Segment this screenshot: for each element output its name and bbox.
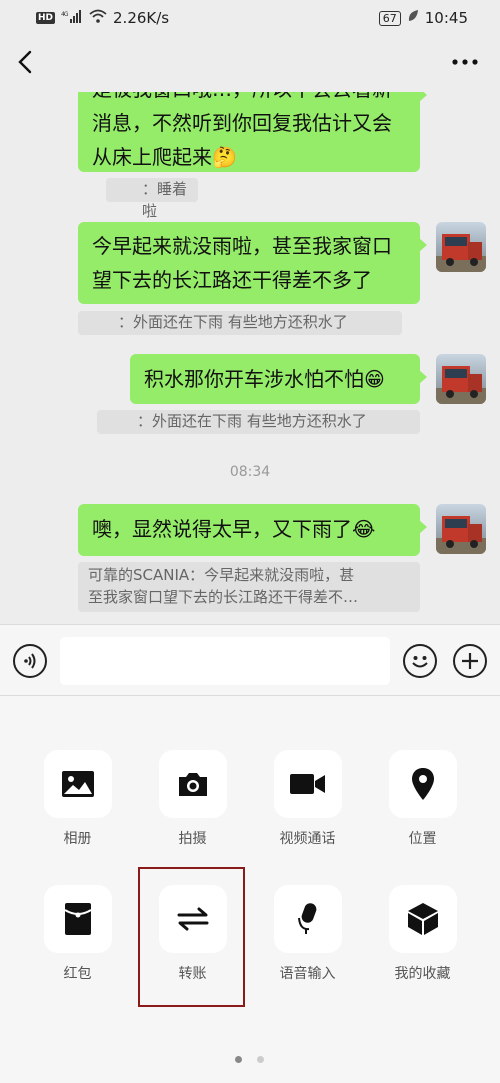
message-line: 是被我窗口哦…，所以不会去看新 xyxy=(92,92,406,106)
chat-messages[interactable]: 是被我窗口哦…，所以不会去看新 消息，不然听到你回复我估计又会 从床上爬起来🤔 … xyxy=(0,92,500,624)
message-line: 望下去的长江路还干得差不多了 xyxy=(92,268,372,292)
microphone-icon xyxy=(273,885,342,953)
quoted-message[interactable]: ：外面还在下雨 有些地方还积水了 xyxy=(78,311,402,335)
tile-photo-album[interactable]: 相册 xyxy=(20,750,135,848)
emoji-icon[interactable] xyxy=(403,644,437,678)
tile-video-call[interactable]: 视频通话 xyxy=(250,750,365,848)
quoted-message[interactable]: ：外面还在下雨 有些地方还积水了 xyxy=(97,410,420,434)
network-speed: 2.26K/s xyxy=(113,9,170,27)
battery-icon: 67 xyxy=(378,10,401,26)
camera-icon xyxy=(158,750,227,818)
svg-text:4G: 4G xyxy=(61,11,69,18)
location-icon xyxy=(388,750,457,818)
message-line: 从床上爬起来🤔 xyxy=(92,145,237,169)
status-left: HD 4G 2.26K/s xyxy=(36,9,169,27)
status-time: 10:45 xyxy=(424,9,468,27)
message-line: 噢，显然说得太早，又下雨了😂 xyxy=(92,517,376,541)
timestamp: 08:34 xyxy=(229,464,271,480)
tile-label: 红包 xyxy=(63,966,92,982)
status-right: 67 10:45 xyxy=(378,9,468,27)
chat-header xyxy=(0,36,500,92)
video-call-icon xyxy=(273,750,342,818)
tile-voice-input[interactable]: 语音输入 xyxy=(250,885,365,983)
status-bar: HD 4G 2.26K/s 67 10:45 xyxy=(0,0,500,36)
tile-label: 拍摄 xyxy=(178,831,207,847)
avatar[interactable] xyxy=(436,222,486,272)
page-indicator-active xyxy=(235,1056,242,1063)
page-indicator xyxy=(257,1056,264,1063)
tile-location[interactable]: 位置 xyxy=(365,750,480,848)
message-bubble[interactable]: 积水那你开车涉水怕不怕😁 xyxy=(130,354,427,404)
voice-icon[interactable] xyxy=(13,644,47,678)
more-dots-icon[interactable] xyxy=(450,50,480,74)
tile-label: 语音输入 xyxy=(279,966,336,982)
message-line: 积水那你开车涉水怕不怕😁 xyxy=(144,367,385,391)
avatar[interactable] xyxy=(436,354,486,404)
message-input[interactable] xyxy=(60,637,390,685)
tile-label: 视频通话 xyxy=(279,831,336,847)
tile-favorites[interactable]: 我的收藏 xyxy=(365,885,480,983)
plus-icon[interactable] xyxy=(453,644,487,678)
message-line: 消息，不然听到你回复我估计又会 xyxy=(92,111,392,135)
hd-badge: HD xyxy=(36,12,56,24)
leaf-icon xyxy=(407,9,419,27)
red-packet-icon xyxy=(43,885,112,953)
photo-album-icon xyxy=(43,750,112,818)
message-bubble[interactable]: 是被我窗口哦…，所以不会去看新 消息，不然听到你回复我估计又会 从床上爬起来🤔 xyxy=(78,92,427,172)
message-bubble[interactable]: 噢，显然说得太早，又下雨了😂 xyxy=(78,504,427,556)
quoted-message[interactable]: 可靠的SCANIA：今早起来就没雨啦，甚 至我家窗口望下去的长江路还干得差不… xyxy=(78,562,420,612)
quote-line: 至我家窗口望下去的长江路还干得差不… xyxy=(88,588,359,606)
favorites-icon xyxy=(388,885,457,953)
wifi-icon xyxy=(89,9,107,27)
avatar[interactable] xyxy=(436,504,486,554)
tile-camera[interactable]: 拍摄 xyxy=(135,750,250,848)
signal-icon: 4G xyxy=(61,9,83,27)
tile-red-packet[interactable]: 红包 xyxy=(20,885,135,983)
tile-label: 相册 xyxy=(63,831,92,847)
input-bar xyxy=(0,624,500,696)
chevron-left-icon[interactable] xyxy=(14,48,38,76)
tile-label: 我的收藏 xyxy=(394,966,451,982)
tile-label: 位置 xyxy=(408,831,437,847)
message-bubble[interactable]: 今早起来就没雨啦，甚至我家窗口 望下去的长江路还干得差不多了 xyxy=(78,222,427,304)
transfer-highlight-box xyxy=(138,867,245,1007)
message-line: 今早起来就没雨啦，甚至我家窗口 xyxy=(92,234,392,258)
quote-line: 可靠的SCANIA：今早起来就没雨啦，甚 xyxy=(88,566,355,584)
quoted-message[interactable]: ：睡着啦 xyxy=(106,178,198,220)
